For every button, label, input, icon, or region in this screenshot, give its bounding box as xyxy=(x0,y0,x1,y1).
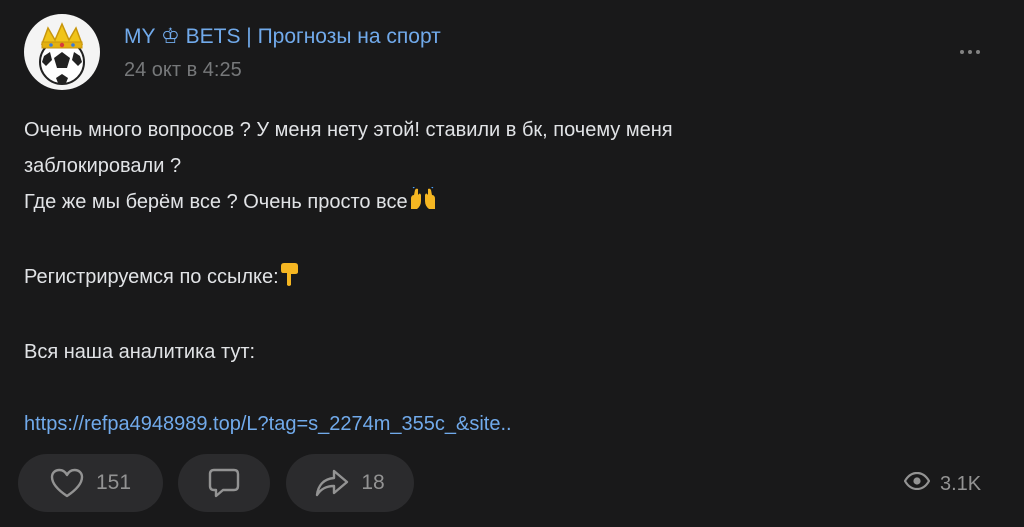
like-count: 151 xyxy=(95,471,132,494)
pointing-down-emoji xyxy=(279,260,301,298)
eye-icon xyxy=(903,471,931,496)
comment-icon xyxy=(207,467,241,499)
post-timestamp[interactable]: 24 окт в 4:25 xyxy=(124,59,242,82)
post-text: Очень много вопросов ? У меня нету этой!… xyxy=(24,112,984,442)
share-arrow-icon xyxy=(315,468,349,498)
channel-avatar[interactable] xyxy=(24,14,100,90)
more-dots-icon[interactable] xyxy=(952,43,988,61)
post-line-3: Где же мы берём все ? Очень просто все xyxy=(24,184,984,223)
post-line-2: заблокировали ? xyxy=(24,155,182,177)
referral-link-line: https://refpa4948989.top/L?tag=s_2274m_3… xyxy=(24,406,984,442)
raised-hands-emoji xyxy=(408,185,438,223)
share-count: 18 xyxy=(361,471,385,494)
heart-icon xyxy=(50,468,84,498)
register-text: Регистрируемся по ссылке: xyxy=(24,266,279,288)
views-count: 3.1K xyxy=(940,472,982,495)
analytics-line: Вся наша аналитика тут: xyxy=(24,341,256,363)
referral-link[interactable]: https://refpa4948989.top/L?tag=s_2274m_3… xyxy=(24,413,512,435)
share-button[interactable]: 18 xyxy=(286,454,414,512)
post-line-3-text: Где же мы берём все ? Очень просто все xyxy=(24,191,408,213)
post-line-1: Очень много вопросов ? У меня нету этой!… xyxy=(24,119,673,141)
like-button[interactable]: 151 xyxy=(18,454,163,512)
soccer-ball-crown-icon xyxy=(39,22,85,85)
channel-name[interactable]: MY ♔ BETS | Прогнозы на спорт xyxy=(124,24,441,49)
views-counter: 3.1K xyxy=(903,470,982,498)
register-line: Регистрируемся по ссылке: xyxy=(24,259,984,298)
comment-button[interactable] xyxy=(178,454,270,512)
